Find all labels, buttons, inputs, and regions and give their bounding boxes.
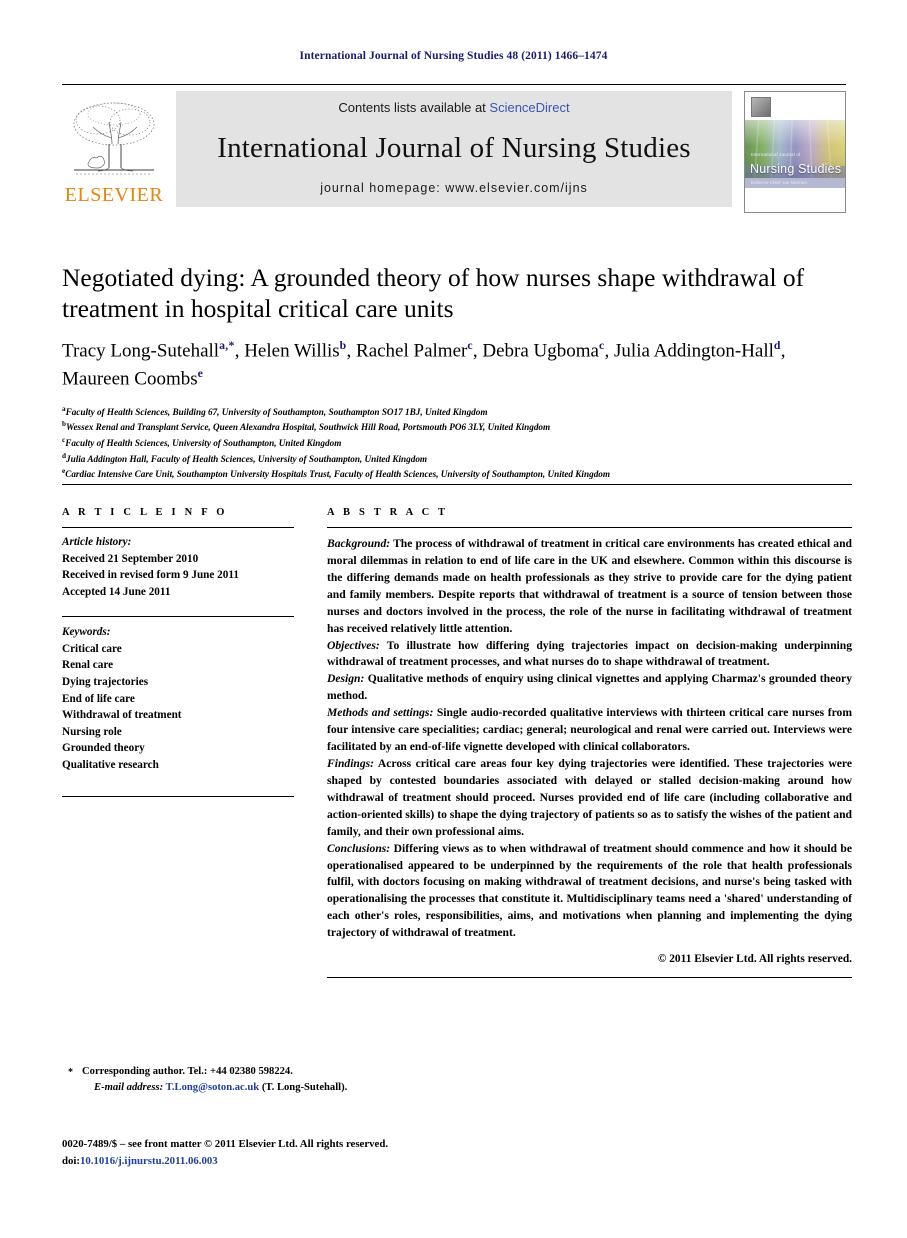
author-affiliation-mark: c <box>598 339 605 353</box>
abstract-section-text: The process of withdrawal of treatment i… <box>327 537 852 635</box>
article-history-item: Received in revised form 9 June 2011 <box>62 569 239 582</box>
sciencedirect-link[interactable]: ScienceDirect <box>489 100 569 115</box>
abstract-section: Findings: Across critical care areas fou… <box>327 756 852 841</box>
article-history-items: Received 21 September 2010 Received in re… <box>62 551 294 601</box>
imprint-block: 0020-7489/$ – see front matter © 2011 El… <box>62 1136 562 1170</box>
abstract-section-text: To illustrate how differing dying trajec… <box>327 638 852 669</box>
affiliation-item: cFaculty of Health Sciences, University … <box>62 435 852 451</box>
affiliation-item: dJulia Addington Hall, Faculty of Health… <box>62 451 852 467</box>
abstract-section-label: Design: <box>327 672 365 686</box>
cover-kicker: International Journal of <box>751 152 801 157</box>
author-affiliation-mark: a,* <box>219 339 235 353</box>
keyword-item: Dying trajectories <box>62 676 149 689</box>
abstract-close-rule <box>327 977 852 979</box>
running-head: International Journal of Nursing Studies… <box>299 50 608 62</box>
email-owner: (T. Long-Sutehall). <box>261 1082 348 1094</box>
journal-homepage[interactable]: journal homepage: www.elsevier.com/ijns <box>320 181 588 195</box>
keywords-label: Keywords: <box>62 626 111 639</box>
author-name: Tracy Long-Sutehall <box>62 340 220 362</box>
keyword-item: Grounded theory <box>62 742 145 755</box>
keyword-item: Renal care <box>62 659 114 672</box>
affiliation-item: aFaculty of Health Sciences, Building 67… <box>62 404 852 420</box>
email-link[interactable]: T.Long@soton.ac.uk <box>166 1082 260 1093</box>
keyword-item: Nursing role <box>62 725 122 738</box>
author-name: Julia Addington-Hall <box>614 340 774 362</box>
front-matter-line: 0020-7489/$ – see front matter © 2011 El… <box>62 1138 389 1150</box>
keyword-items: Critical care Renal care Dying trajectorie… <box>62 641 294 774</box>
abstract-section-label: Methods and settings: <box>327 706 434 720</box>
keyword-item: Critical care <box>62 642 122 655</box>
author-affiliation-mark: b <box>339 339 347 353</box>
elsevier-logo: ELSEVIER <box>62 91 166 207</box>
doi-line: doi:10.1016/j.ijnurstu.2011.06.003 <box>62 1153 562 1170</box>
corresponding-author-footnote: * Corresponding author. Tel.: +44 02380 … <box>68 1064 502 1097</box>
author-name: Maureen Coombs <box>62 367 198 389</box>
abstract-column: A B S T R A C T Background: The process … <box>327 507 852 979</box>
contents-prefix: Contents lists available at <box>338 100 490 115</box>
journal-cover-thumbnail[interactable]: International Journal of Nursing Studies… <box>744 91 846 213</box>
cover-publisher-badge-icon <box>751 97 771 117</box>
article-history-item: Received 21 September 2010 <box>62 552 199 565</box>
cover-journal-name: Nursing Studies <box>750 162 842 176</box>
affiliation-list: aFaculty of Health Sciences, Building 67… <box>62 404 852 482</box>
title-block: Negotiated dying: A grounded theory of h… <box>62 262 852 482</box>
abstract-section-text: Differing views as to when withdrawal of… <box>327 841 852 940</box>
keyword-item: End of life care <box>62 692 135 705</box>
elsevier-tree-icon <box>73 102 155 175</box>
affiliation-item: bWessex Renal and Transplant Service, Qu… <box>62 419 852 435</box>
elsevier-wordmark: ELSEVIER <box>64 184 164 206</box>
abstract-section-label: Findings: <box>327 756 375 770</box>
author-list: Tracy Long-Sutehalla,*, Helen Willisb, R… <box>62 339 786 389</box>
email-line: E-mail address: T.Long@soton.ac.uk (T. L… <box>82 1080 502 1096</box>
abstract-copyright: © 2011 Elsevier Ltd. All rights reserved… <box>657 953 852 966</box>
keyword-item: Qualitative research <box>62 758 159 771</box>
abstract-section-label: Background: <box>327 537 391 550</box>
abstract-heading: A B S T R A C T <box>327 507 449 518</box>
doi-link[interactable]: 10.1016/j.ijnurstu.2011.06.003 <box>80 1155 218 1167</box>
affiliation-text: Cardiac Intensive Care Unit, Southampton… <box>65 469 611 480</box>
journal-article-page: International Journal of Nursing Studies… <box>0 0 907 1238</box>
author-affiliation-mark: d <box>773 339 781 353</box>
abstract-section: Methods and settings: Single audio-recor… <box>327 705 852 756</box>
abstract-section-label: Objectives: <box>327 638 380 652</box>
info-abstract-region: A R T I C L E I N F O Article history: R… <box>62 484 852 979</box>
corresponding-author-line: Corresponding author. Tel.: +44 02380 59… <box>82 1066 293 1077</box>
affiliation-text: Julia Addington Hall, Faculty of Health … <box>65 453 428 464</box>
author-affiliation-mark: e <box>197 366 204 380</box>
keywords-block: Keywords: Critical care Renal care Dying t… <box>62 617 294 773</box>
author-affiliation-mark: c <box>467 339 473 353</box>
abstract-body: Background: The process of withdrawal of… <box>327 528 852 942</box>
abstract-section: Conclusions: Differing views as to when … <box>327 841 852 943</box>
abstract-section-text: Across critical care areas four key dyin… <box>327 756 852 838</box>
article-history-block: Article history: Received 21 September 2… <box>62 528 294 600</box>
article-history-label: Article history: <box>62 536 132 548</box>
keyword-item: Withdrawal of treatment <box>62 709 182 722</box>
article-info-close-rule <box>62 795 294 797</box>
journal-masthead: ELSEVIER Contents lists available at Sci… <box>62 84 846 213</box>
article-info-heading: A R T I C L E I N F O <box>62 507 228 518</box>
contents-list-line: Contents lists available at ScienceDirec… <box>338 100 569 115</box>
email-label: E-mail address: <box>94 1082 164 1094</box>
journal-title: International Journal of Nursing Studies <box>217 131 691 164</box>
article-info-column: A R T I C L E I N F O Article history: R… <box>62 507 294 978</box>
paper-title: Negotiated dying: A grounded theory of h… <box>62 263 805 324</box>
abstract-section-label: Conclusions: <box>327 841 391 855</box>
abstract-section: Background: The process of withdrawal of… <box>327 536 852 638</box>
cover-subtitle: Editor-in-Chief: Ian Norman <box>751 180 807 185</box>
affiliation-text: Faculty of Health Sciences, University o… <box>65 438 342 449</box>
author-name: Debra Ugboma <box>482 340 599 362</box>
affiliation-text: Faculty of Health Sciences, Building 67,… <box>65 406 488 417</box>
author-name: Helen Willis <box>244 340 340 362</box>
footnote-asterisk-icon: * <box>68 1067 73 1078</box>
abstract-section: Objectives: To illustrate how differing … <box>327 638 852 672</box>
affiliation-item: eCardiac Intensive Care Unit, Southampto… <box>62 466 852 482</box>
article-history-item: Accepted 14 June 2011 <box>62 585 171 598</box>
region-top-rule <box>62 484 852 485</box>
affiliation-text: Wessex Renal and Transplant Service, Que… <box>65 422 551 433</box>
journal-banner: Contents lists available at ScienceDirec… <box>176 91 732 207</box>
doi-label: doi: <box>62 1155 80 1168</box>
abstract-section-text: Qualitative methods of enquiry using cli… <box>327 672 852 703</box>
abstract-section: Design: Qualitative methods of enquiry u… <box>327 671 852 705</box>
author-name: Rachel Palmer <box>356 340 468 362</box>
